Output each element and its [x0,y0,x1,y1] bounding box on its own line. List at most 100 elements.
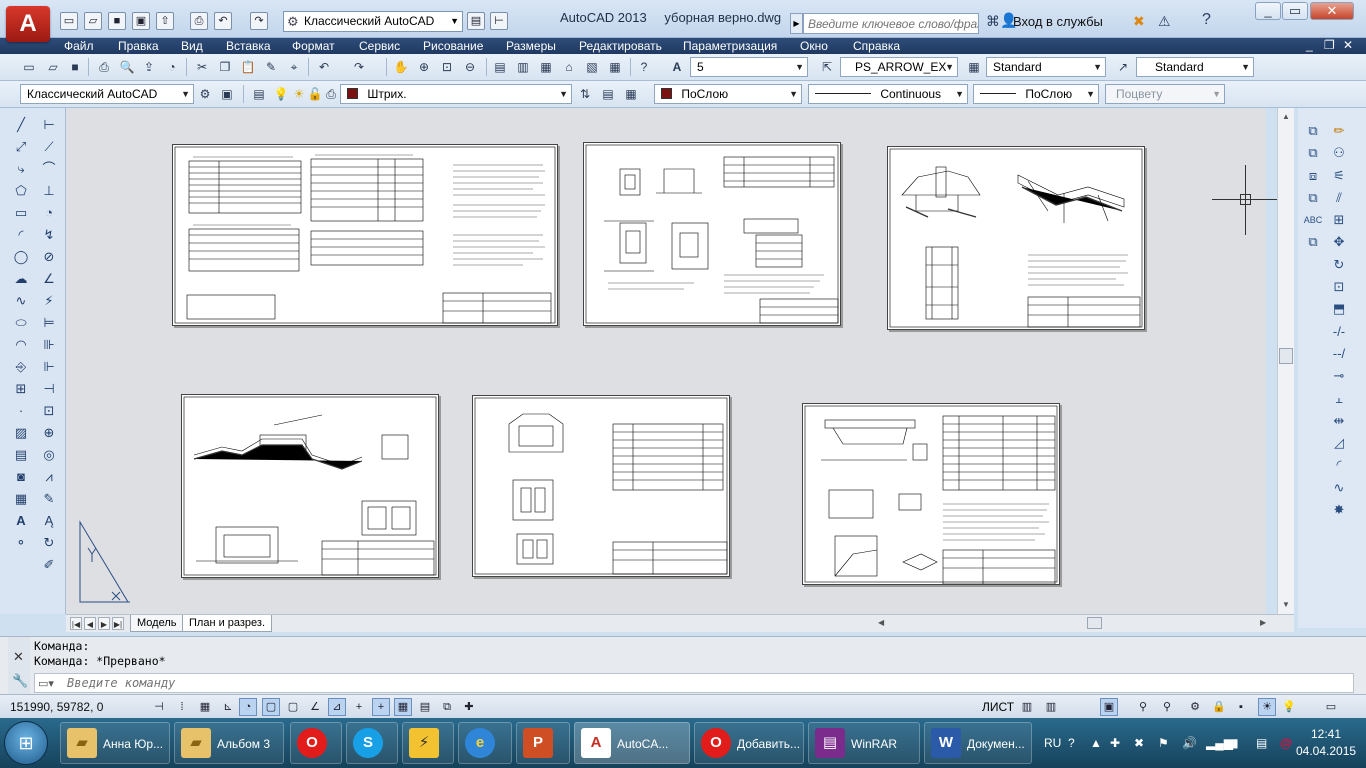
open-file-icon[interactable]: ▱ [84,12,102,30]
doc-minimize-button[interactable]: _ [1306,38,1313,52]
task-powerpoint[interactable]: P [516,722,570,764]
antivirus-icon[interactable]: ✚ [1110,736,1120,750]
properties-icon[interactable]: ▤ [491,58,509,76]
match-properties-icon[interactable]: ⊢ [490,12,508,30]
quick-view-drawings-icon[interactable]: ▥ [1042,698,1060,716]
tolerance-icon[interactable]: ⊡ [38,400,60,422]
layer-properties-manager-icon[interactable]: ▤ [250,85,268,103]
trim-icon[interactable]: -/- [1328,321,1350,343]
help-icon[interactable]: ? [635,58,653,76]
dimension-style-icon[interactable]: ✐ [38,554,60,576]
action-center-icon[interactable]: ⚑ [1158,736,1169,750]
menu-draw[interactable]: Рисование [423,38,483,54]
coordinates-readout[interactable]: 151990, 59782, 0 [10,700,103,714]
plot-icon[interactable]: ⎙ [95,58,113,76]
revision-cloud-icon[interactable]: ☁ [10,268,32,290]
start-button[interactable]: ⊞ [4,721,48,765]
line-icon[interactable]: ╱ [10,114,32,136]
break-icon[interactable]: ⊣ [38,378,60,400]
bulb-icon[interactable]: 💡 [1280,698,1298,716]
text-height-combo[interactable]: 5 ▼ [690,57,808,77]
maximize-button[interactable]: ▭ [1282,2,1308,20]
layer-copy-icon[interactable]: ⧉ [1302,120,1324,142]
3d-print-icon[interactable]: ◔ [163,58,181,76]
menu-file[interactable]: Файл [64,38,94,54]
calculator-icon[interactable]: ▦ [606,58,624,76]
make-object-layer-current-icon[interactable]: ⇅ [576,85,594,103]
dimension-style-icon[interactable]: ⇱ [818,58,836,76]
table-icon[interactable]: ▦ [10,488,32,510]
network-warning-icon[interactable]: ✖ [1134,736,1144,750]
scroll-right-icon[interactable]: ▶ [1260,615,1266,631]
transparency-icon[interactable]: ▦ [394,698,412,716]
workspace-switching-icon[interactable]: ⚙ [1186,698,1204,716]
task-opera[interactable]: O [290,722,342,764]
markup-icon[interactable]: ▧ [583,58,601,76]
workspace-combo[interactable]: Классический AutoCAD ▼ [20,84,194,104]
command-window-handle[interactable]: ✕ 🔧 [8,637,30,695]
copy-object-icon[interactable]: ⚇ [1328,142,1350,164]
copy-icon[interactable]: ❐ [216,58,234,76]
radius-icon[interactable]: ◔ [38,202,60,224]
array-icon[interactable]: ⊞ [1328,209,1350,231]
undo-icon[interactable]: ↶ [214,12,232,30]
scroll-down-icon[interactable]: ▼ [1278,600,1294,609]
task-archiver[interactable]: ⚡ [402,722,454,764]
menu-help[interactable]: Справка [853,38,900,54]
tab-layout[interactable]: План и разрез. [182,615,273,632]
selection-cycling-icon[interactable]: ⧉ [438,698,456,716]
publish-icon[interactable]: ⇪ [140,58,158,76]
add-selected-icon[interactable]: ⚬ [10,532,32,554]
stretch-icon[interactable]: ⬒ [1328,298,1350,320]
publish-icon[interactable]: ⇧ [156,12,174,30]
space-icon[interactable]: ⊩ [38,356,60,378]
insert-block-icon[interactable]: ⎆ [10,356,32,378]
hardware-acceleration-icon[interactable]: ▪ [1232,698,1250,716]
sign-in-button[interactable]: Вход в службы [1013,14,1103,29]
block-editor-icon[interactable]: ⌖ [285,58,303,76]
ime-icon[interactable]: ▤ [1256,736,1267,750]
layer-state-icon[interactable]: ▦ [622,85,640,103]
help-icon[interactable]: ? [1068,736,1075,750]
jogged-linear-icon[interactable]: ⩘ [38,466,60,488]
design-center-icon[interactable]: ▥ [514,58,532,76]
task-opera-add[interactable]: O Добавить... [694,722,804,764]
search-input[interactable] [803,13,979,34]
aligned-dimension-icon[interactable]: ⟋ [38,136,60,158]
circle-icon[interactable]: ◯ [10,246,32,268]
quick-view-layouts-icon[interactable]: ▥ [1018,698,1036,716]
ordinate-icon[interactable]: ⊥ [38,180,60,202]
lineweight-combo[interactable]: ПоСлою ▼ [973,84,1099,104]
zoom-previous-icon[interactable]: ⊖ [461,58,479,76]
table-style-icon[interactable]: ▦ [965,58,983,76]
help-icon[interactable]: ? [1202,11,1211,29]
task-skype[interactable]: S [346,722,398,764]
cut-icon[interactable]: ✂ [193,58,211,76]
save-icon[interactable]: ■ [108,12,126,30]
make-block-icon[interactable]: ⊞ [10,378,32,400]
layer-combo[interactable]: Штрих. ▼ [340,84,572,104]
language-indicator[interactable]: RU [1044,736,1061,750]
join-icon[interactable]: ⇹ [1328,410,1350,432]
menu-parametric[interactable]: Параметризация [683,38,777,54]
text-abc-icon[interactable]: ABC [1302,209,1324,231]
angular-icon[interactable]: ∠ [38,268,60,290]
tab-model[interactable]: Модель [130,615,184,632]
application-menu-button[interactable]: A [6,6,50,42]
table-style-combo[interactable]: Standard ▼ [1136,57,1254,77]
polar-tracking-icon[interactable]: ◔ [239,698,257,716]
hatch-icon[interactable]: ▨ [10,422,32,444]
mail-icon[interactable]: @ [1280,736,1292,750]
doc-close-button[interactable]: ✕ [1343,38,1353,52]
plot-preview-icon[interactable]: 🔍 [118,58,136,76]
dynamic-input-icon[interactable]: + [350,698,368,716]
object-snap-icon[interactable]: ▢ [262,698,280,716]
plot-icon[interactable]: ⎙ [190,12,208,30]
text-style-icon[interactable]: A [668,58,686,76]
gradient-icon[interactable]: ▤ [10,444,32,466]
paste-icon[interactable]: 📋 [239,58,257,76]
infer-constraints-icon[interactable]: ⊣ [150,698,168,716]
offset-icon[interactable]: ⫽ [1328,187,1350,209]
menu-tools[interactable]: Сервис [359,38,400,54]
task-folder-album[interactable]: ▰ Альбом 3 [174,722,284,764]
